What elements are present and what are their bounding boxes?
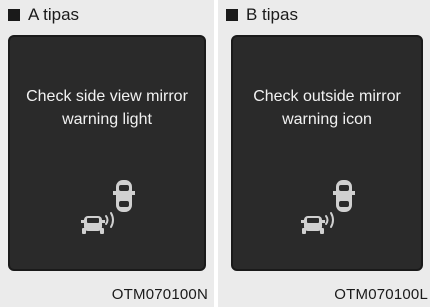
panel-type-b: B tipas Check outside mirror warning ico…: [218, 0, 430, 307]
warning-message-line-1: Check outside mirror: [253, 88, 401, 105]
cluster-display: Check outside mirror warning icon: [231, 35, 423, 271]
panel-header: B tipas: [226, 3, 298, 27]
warning-message-line-2: warning light: [62, 111, 152, 128]
panel-header: A tipas: [8, 3, 79, 27]
page: A tipas Check side view mirror warning l…: [0, 0, 430, 307]
square-bullet-icon: [226, 9, 238, 21]
blind-spot-cars-icon: [301, 180, 355, 234]
warning-message: Check side view mirror warning light: [10, 85, 204, 131]
blind-spot-cars-icon: [81, 180, 135, 234]
figure-code: OTM070100N: [111, 286, 208, 303]
warning-message: Check outside mirror warning icon: [233, 85, 421, 131]
warning-message-line-1: Check side view mirror: [26, 88, 188, 105]
square-bullet-icon: [8, 9, 20, 21]
panel-title: A tipas: [28, 5, 80, 24]
warning-message-line-2: warning icon: [282, 111, 372, 128]
panel-type-a: A tipas Check side view mirror warning l…: [0, 0, 214, 307]
cluster-display: Check side view mirror warning light: [8, 35, 206, 271]
panel-title: B tipas: [246, 5, 298, 24]
figure-code: OTM070100L: [334, 286, 428, 303]
